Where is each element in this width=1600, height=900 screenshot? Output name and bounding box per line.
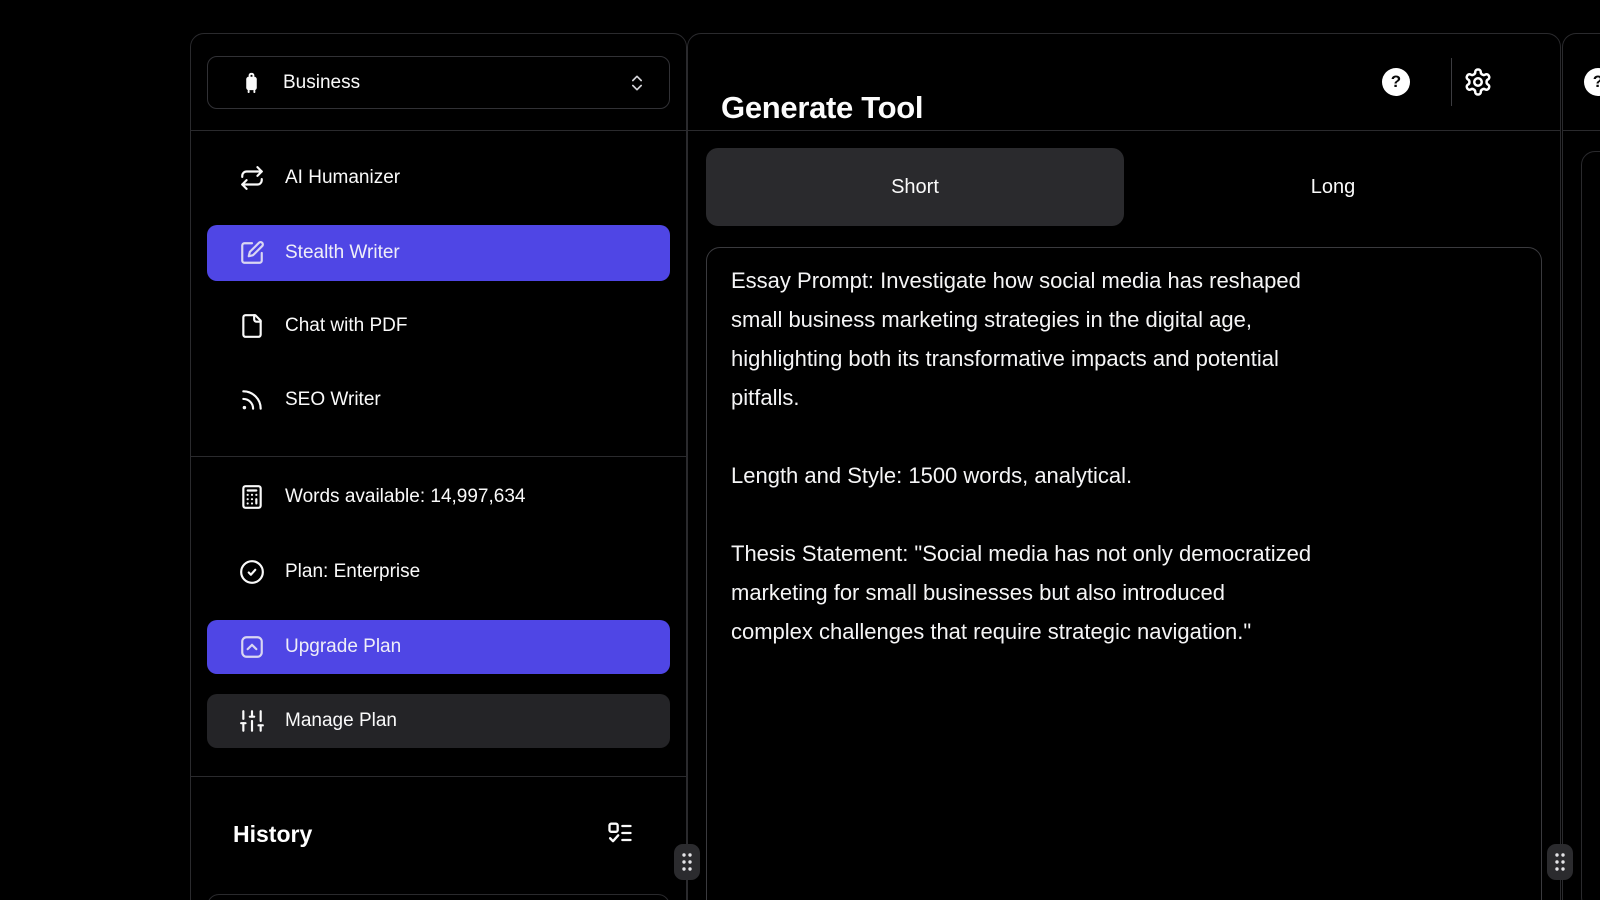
workspace-selector[interactable]: Business bbox=[207, 56, 670, 109]
file-icon bbox=[239, 313, 265, 339]
help-glyph: ? bbox=[1391, 72, 1401, 92]
help-icon[interactable]: ? bbox=[1584, 68, 1600, 96]
sidebar-header: Business bbox=[191, 34, 686, 131]
history-item[interactable] bbox=[207, 894, 670, 900]
square-chevron-up-icon bbox=[239, 634, 265, 660]
calculator-icon bbox=[239, 484, 265, 510]
chevrons-up-down-icon bbox=[627, 73, 647, 93]
panel-resize-handle-icon[interactable] bbox=[674, 844, 700, 880]
app-screen: Business AI Humanizer bbox=[0, 0, 1600, 900]
length-tabs: Short Long bbox=[706, 148, 1542, 226]
page-title: Generate Tool bbox=[721, 90, 923, 126]
output-panel: ? bbox=[1562, 33, 1600, 900]
main-header: Generate Tool ? bbox=[688, 34, 1560, 131]
sidebar-item-label: SEO Writer bbox=[285, 389, 381, 411]
history-title: History bbox=[233, 821, 312, 848]
plan-label: Plan: Enterprise bbox=[285, 561, 420, 583]
prompt-input[interactable]: Essay Prompt: Investigate how social med… bbox=[706, 247, 1542, 900]
help-icon[interactable]: ? bbox=[1382, 68, 1410, 96]
tab-short[interactable]: Short bbox=[706, 148, 1124, 226]
sidebar-item-stealth-writer[interactable]: Stealth Writer bbox=[207, 225, 670, 281]
sidebar-item-label: AI Humanizer bbox=[285, 167, 400, 189]
output-panel-header: ? bbox=[1563, 34, 1600, 131]
rss-icon bbox=[239, 387, 265, 413]
words-available-label: Words available: 14,997,634 bbox=[285, 486, 525, 508]
sidebar-divider bbox=[191, 456, 686, 457]
panel-resize-handle-icon[interactable] bbox=[1547, 844, 1573, 880]
workspace-selector-label: Business bbox=[283, 72, 360, 94]
output-content-box bbox=[1581, 151, 1600, 900]
sidebar-item-ai-humanizer[interactable]: AI Humanizer bbox=[207, 150, 670, 206]
edit-square-icon bbox=[239, 240, 265, 266]
sidebar-panel: Business AI Humanizer bbox=[190, 33, 687, 900]
grip-dots-icon bbox=[679, 851, 695, 873]
sidebar-item-seo-writer[interactable]: SEO Writer bbox=[207, 372, 670, 428]
sidebar-divider bbox=[191, 776, 686, 777]
header-divider bbox=[1451, 58, 1452, 106]
manage-plan-label: Manage Plan bbox=[285, 710, 397, 732]
generate-tool-panel: Generate Tool ? Short Long Essay Prompt:… bbox=[687, 33, 1561, 900]
sidebar-item-label: Stealth Writer bbox=[285, 242, 400, 264]
grip-dots-icon bbox=[1552, 851, 1568, 873]
words-available-row: Words available: 14,997,634 bbox=[207, 469, 670, 525]
manage-plan-button[interactable]: Manage Plan bbox=[207, 694, 670, 748]
sidebar-item-label: Chat with PDF bbox=[285, 315, 407, 337]
help-glyph: ? bbox=[1593, 72, 1600, 92]
upgrade-plan-button[interactable]: Upgrade Plan bbox=[207, 620, 670, 674]
check-circle-icon bbox=[239, 559, 265, 585]
upgrade-plan-label: Upgrade Plan bbox=[285, 636, 401, 658]
briefcase-icon bbox=[240, 71, 263, 94]
repeat-icon bbox=[239, 165, 265, 191]
sliders-vertical-icon bbox=[239, 708, 265, 734]
plan-row: Plan: Enterprise bbox=[207, 544, 670, 600]
gear-icon[interactable] bbox=[1463, 67, 1493, 97]
list-todo-icon[interactable] bbox=[606, 819, 634, 847]
tab-long[interactable]: Long bbox=[1124, 148, 1542, 226]
sidebar-item-chat-with-pdf[interactable]: Chat with PDF bbox=[207, 298, 670, 354]
